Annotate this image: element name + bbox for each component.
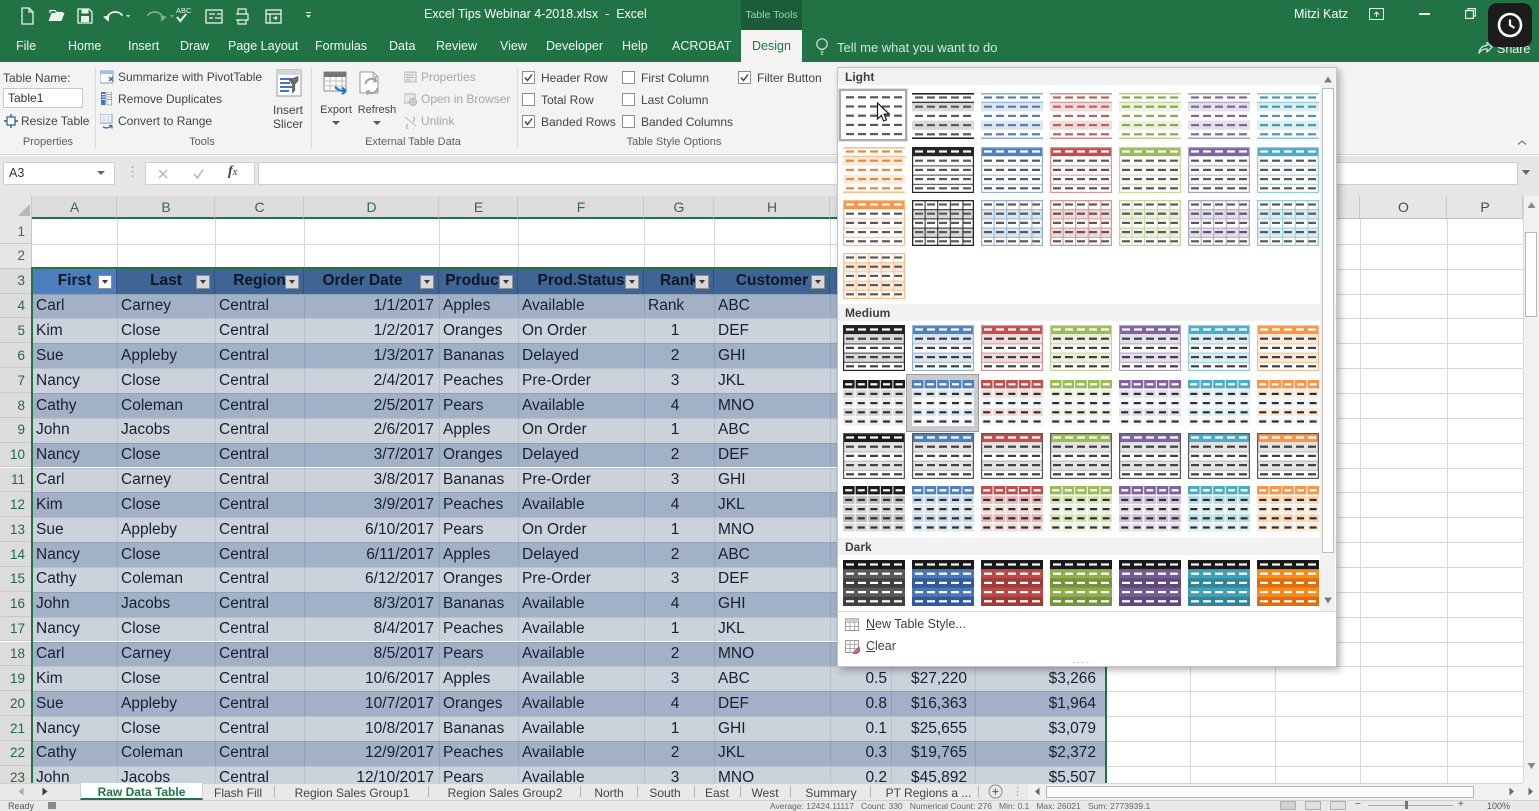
- svg-text:ABC: ABC: [176, 6, 192, 15]
